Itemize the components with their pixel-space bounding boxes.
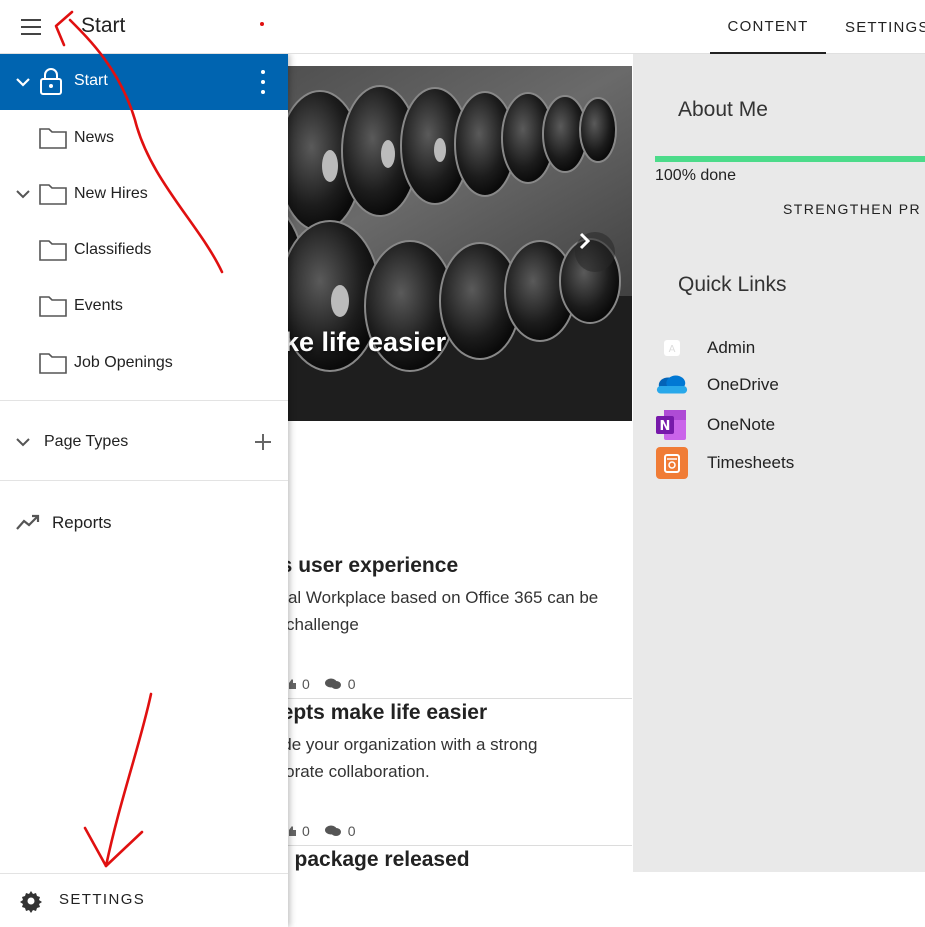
nav-item-job-openings[interactable]: Job Openings <box>0 335 288 391</box>
progress-text: 100% done <box>655 167 736 184</box>
nav-item-classifieds[interactable]: Classifieds <box>0 222 288 278</box>
news-meta: 0 0 <box>284 823 356 839</box>
comment-icon[interactable] <box>324 824 342 838</box>
chevron-down-icon[interactable] <box>14 185 32 203</box>
navigation-drawer: Start News New Hires Classifieds Events … <box>0 54 288 927</box>
folder-icon <box>39 353 67 374</box>
timesheets-icon <box>655 446 689 480</box>
svg-text:A: A <box>669 344 676 355</box>
hamburger-menu-icon[interactable] <box>14 12 48 42</box>
page-title: Start <box>81 14 126 37</box>
drawer-divider <box>0 400 288 401</box>
strengthen-profile-button[interactable]: STRENGTHEN PR <box>783 201 921 217</box>
quick-link-label: OneDrive <box>707 375 779 394</box>
chevron-down-icon[interactable] <box>14 73 32 91</box>
drawer-divider <box>0 480 288 481</box>
nav-label: Start <box>74 72 108 89</box>
quick-links-title: Quick Links <box>678 273 787 296</box>
gear-icon <box>20 891 42 913</box>
lock-icon <box>40 68 62 95</box>
nav-item-new-hires[interactable]: New Hires <box>0 166 288 222</box>
onedrive-icon <box>655 368 689 402</box>
folder-icon <box>39 128 67 149</box>
nav-item-news[interactable]: News <box>0 110 288 166</box>
tab-content[interactable]: CONTENT <box>710 0 826 54</box>
nav-label: News <box>74 129 115 146</box>
svg-text:N: N <box>660 419 671 434</box>
nav-item-page-types[interactable]: Page Types <box>0 414 288 470</box>
like-count: 0 <box>302 823 310 839</box>
hero-title: ke life easier <box>284 327 447 357</box>
footer-area <box>288 872 925 927</box>
tab-settings[interactable]: SETTINGS <box>836 0 925 54</box>
quick-link-label: Admin <box>707 338 756 357</box>
app-bar: Start CONTENT SETTINGS <box>0 0 925 54</box>
right-panel: About Me 100% done STRENGTHEN PR Quick L… <box>633 54 925 872</box>
nav-label: Job Openings <box>74 354 173 371</box>
drawer-settings-button[interactable]: SETTINGS <box>0 873 288 927</box>
quick-link-onedrive[interactable]: OneDrive <box>655 368 779 402</box>
more-options-icon[interactable] <box>256 70 270 94</box>
quick-link-timesheets[interactable]: Timesheets <box>655 446 794 480</box>
comment-icon[interactable] <box>324 677 342 691</box>
quick-link-label: Timesheets <box>707 453 795 472</box>
trending-up-icon <box>16 514 40 530</box>
nav-label: Classifieds <box>74 241 152 258</box>
quick-link-admin[interactable]: A Admin <box>655 331 755 365</box>
news-meta: 0 0 <box>284 676 356 692</box>
profile-progress-bar <box>655 156 925 162</box>
admin-icon: A <box>655 331 689 365</box>
carousel-next-button[interactable] <box>575 232 615 272</box>
nav-item-reports[interactable]: Reports <box>0 495 288 551</box>
folder-icon <box>39 240 67 261</box>
about-me-title: About Me <box>678 98 768 121</box>
settings-label: SETTINGS <box>59 891 146 908</box>
folder-icon <box>39 184 67 205</box>
nav-label: Reports <box>52 513 112 532</box>
nav-item-start[interactable]: Start <box>0 54 288 110</box>
like-count: 0 <box>302 676 310 692</box>
nav-label: New Hires <box>74 185 148 202</box>
onenote-icon: N <box>655 408 689 442</box>
comment-count: 0 <box>347 823 356 839</box>
quick-link-label: OneNote <box>707 415 776 434</box>
quick-link-onenote[interactable]: N OneNote <box>655 408 775 442</box>
nav-label: Page Types <box>44 433 129 450</box>
chevron-right-icon <box>579 232 591 250</box>
nav-item-events[interactable]: Events <box>0 278 288 334</box>
nav-label: Events <box>74 297 123 314</box>
add-icon[interactable] <box>254 433 272 451</box>
progress-fill <box>655 156 925 162</box>
chevron-down-icon[interactable] <box>14 433 32 451</box>
comment-count: 0 <box>347 676 356 692</box>
folder-icon <box>39 296 67 317</box>
